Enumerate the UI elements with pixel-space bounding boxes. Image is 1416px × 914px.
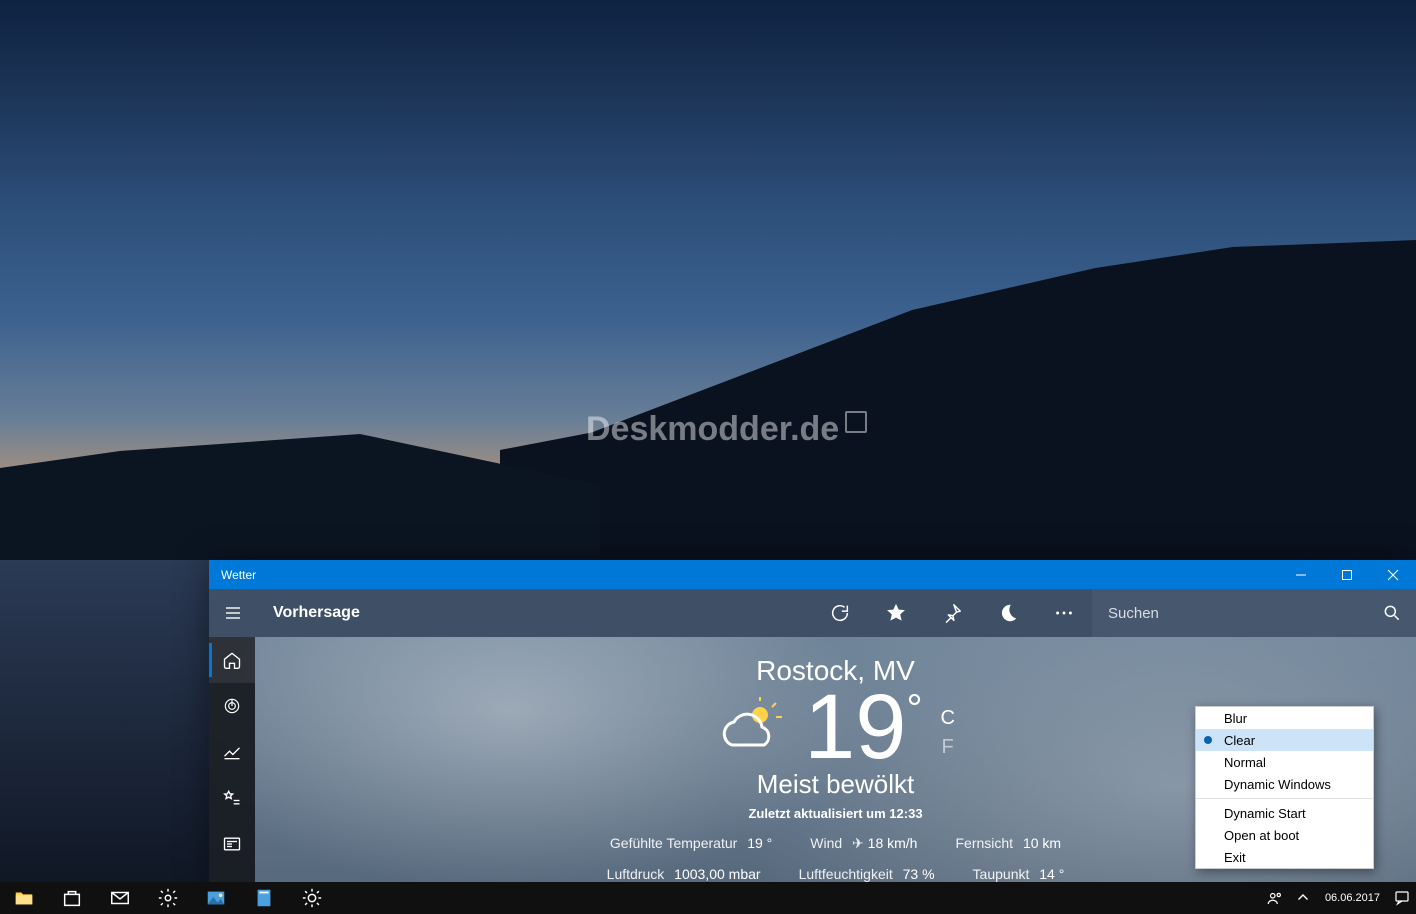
taskbar[interactable]: 06.06.2017 <box>0 882 1416 914</box>
temperature-value: 19 ° <box>804 681 922 773</box>
radar-icon <box>222 696 242 716</box>
menu-label: Dynamic Windows <box>1224 777 1331 792</box>
menu-label: Exit <box>1224 850 1246 865</box>
window-controls <box>1278 560 1416 589</box>
chevron-up-icon <box>1294 889 1312 907</box>
sidebar-item-maps[interactable] <box>209 683 255 729</box>
hamburger-button[interactable] <box>209 603 257 623</box>
menu-item-open-at-boot[interactable]: Open at boot <box>1196 824 1373 846</box>
pressure-label: Luftdruck <box>607 866 665 882</box>
menu-item-blur[interactable]: Blur <box>1196 707 1373 729</box>
menu-label: Open at boot <box>1224 828 1299 843</box>
menu-item-exit[interactable]: Exit <box>1196 846 1373 868</box>
news-icon <box>222 834 242 854</box>
humidity-label: Luftfeuchtigkeit <box>799 866 893 882</box>
degree-symbol: ° <box>906 689 922 773</box>
unit-toggle[interactable]: C F <box>940 707 954 759</box>
store-icon <box>61 887 83 909</box>
home-icon <box>222 650 242 670</box>
sidebar-item-forecast[interactable] <box>209 637 255 683</box>
page-title: Vorhersage <box>273 604 360 622</box>
feel-label: Gefühlte Temperatur <box>610 835 737 851</box>
titlebar[interactable]: Wetter <box>209 560 1416 589</box>
sidebar-item-historical[interactable] <box>209 729 255 775</box>
weather-taskbar-button[interactable] <box>288 882 336 914</box>
menu-label: Normal <box>1224 755 1266 770</box>
window-title: Wetter <box>221 568 256 582</box>
command-bar: Vorhersage <box>209 589 1416 637</box>
gear-icon <box>157 887 179 909</box>
notification-icon <box>1393 889 1411 907</box>
file-explorer-button[interactable] <box>0 882 48 914</box>
search-box[interactable] <box>1092 589 1416 637</box>
sidebar-item-news[interactable] <box>209 821 255 867</box>
store-button[interactable] <box>48 882 96 914</box>
menu-item-dynamic-start[interactable]: Dynamic Start <box>1196 802 1373 824</box>
close-button[interactable] <box>1370 560 1416 589</box>
radio-selected-icon <box>1204 736 1212 744</box>
refresh-button[interactable] <box>812 589 868 637</box>
action-center-button[interactable] <box>1388 882 1416 914</box>
taskbar-clock[interactable]: 06.06.2017 <box>1317 892 1388 904</box>
feel-value: 19 ° <box>747 835 772 851</box>
search-icon <box>1382 603 1402 623</box>
menu-item-clear[interactable]: Clear <box>1196 729 1373 751</box>
menu-item-dynamic-windows[interactable]: Dynamic Windows <box>1196 773 1373 795</box>
menu-separator <box>1196 798 1373 799</box>
system-tray: 06.06.2017 <box>1261 882 1416 914</box>
favorite-button[interactable] <box>868 589 924 637</box>
note-icon <box>253 887 275 909</box>
pin-button[interactable] <box>924 589 980 637</box>
visibility-value: 10 km <box>1023 835 1061 851</box>
taskbar-date: 06.06.2017 <box>1325 892 1380 904</box>
dewpoint-label: Taupunkt <box>973 866 1030 882</box>
sun-icon <box>301 887 323 909</box>
tray-chevron-button[interactable] <box>1289 882 1317 914</box>
people-button[interactable] <box>1261 882 1289 914</box>
unit-f[interactable]: F <box>940 736 954 759</box>
settings-button[interactable] <box>144 882 192 914</box>
mail-icon <box>109 887 131 909</box>
dark-mode-button[interactable] <box>980 589 1036 637</box>
weather-sidebar <box>209 637 255 882</box>
folder-icon <box>13 887 35 909</box>
photos-button[interactable] <box>192 882 240 914</box>
partly-cloudy-icon <box>716 697 786 757</box>
dewpoint-value: 14 ° <box>1039 866 1064 882</box>
unit-c[interactable]: C <box>940 707 954 730</box>
search-input[interactable] <box>1106 604 1372 623</box>
people-icon <box>1266 889 1284 907</box>
sidebar-item-favorites[interactable] <box>209 775 255 821</box>
temp-number: 19 <box>804 681 906 773</box>
humidity-value: 73 % <box>903 866 935 882</box>
menu-label: Dynamic Start <box>1224 806 1306 821</box>
mail-button[interactable] <box>96 882 144 914</box>
wind-label: Wind <box>810 835 842 851</box>
chart-icon <box>222 742 242 762</box>
minimize-button[interactable] <box>1278 560 1324 589</box>
photos-icon <box>205 887 227 909</box>
maximize-button[interactable] <box>1324 560 1370 589</box>
menu-label: Clear <box>1224 733 1255 748</box>
pressure-value: 1003,00 mbar <box>674 866 760 882</box>
visibility-label: Fernsicht <box>955 835 1013 851</box>
more-button[interactable] <box>1036 589 1092 637</box>
menu-item-normal[interactable]: Normal <box>1196 751 1373 773</box>
menu-label: Blur <box>1224 711 1247 726</box>
wind-value: 18 km/h <box>868 835 918 851</box>
star-list-icon <box>222 788 242 808</box>
tray-context-menu: Blur Clear Normal Dynamic Windows Dynami… <box>1195 706 1374 869</box>
app-button[interactable] <box>240 882 288 914</box>
